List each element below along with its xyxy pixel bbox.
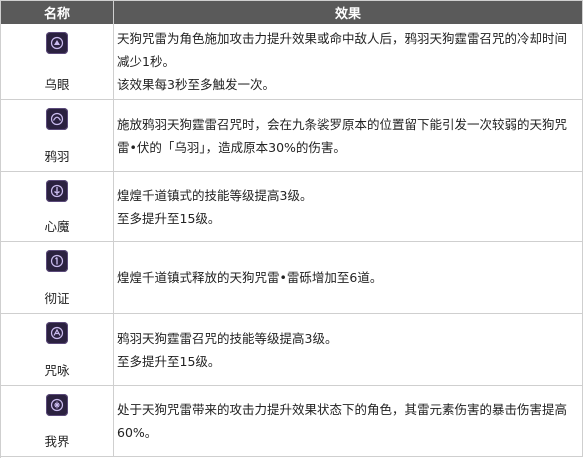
- effect-line: 煌煌千道镇式的技能等级提高3级。: [117, 187, 313, 203]
- effect-cell: 鸦羽天狗霆雷召咒的技能等级提高3级。 至多提升至15级。: [114, 314, 583, 385]
- table-header: 名称 效果: [1, 1, 583, 24]
- name-cell: 彻证: [1, 242, 114, 313]
- name-cell: 我界: [1, 386, 114, 456]
- constellation-name: 咒咏: [44, 363, 70, 378]
- effect-line: 该效果每3秒至多触发一次。: [117, 77, 275, 92]
- header-effect: 效果: [114, 1, 583, 24]
- effect-line: 施放鸦羽天狗霆雷召咒时，会在九条裟罗原本的位置留下能引发一次较弱的天狗咒雷•伏的…: [117, 116, 568, 155]
- table-row: 鸦羽 施放鸦羽天狗霆雷召咒时，会在九条裟罗原本的位置留下能引发一次较弱的天狗咒雷…: [1, 100, 583, 172]
- table-row: 咒咏 鸦羽天狗霆雷召咒的技能等级提高3级。 至多提升至15级。: [1, 314, 583, 386]
- effect-cell: 施放鸦羽天狗霆雷召咒时，会在九条裟罗原本的位置留下能引发一次较弱的天狗咒雷•伏的…: [114, 100, 583, 171]
- table-row: 乌眼 天狗咒雷为角色施加攻击力提升效果或命中敌人后，鸦羽天狗霆雷召咒的冷却时间减…: [1, 24, 583, 100]
- constellation-icon: [46, 108, 68, 130]
- effect-line: 至多提升至15级。: [117, 210, 221, 226]
- table-row: 我界 处于天狗咒雷带来的攻击力提升效果状态下的角色，其雷元素伤害的暴击伤害提高6…: [1, 386, 583, 457]
- name-cell: 乌眼: [1, 24, 114, 99]
- name-cell: 咒咏: [1, 314, 114, 385]
- name-cell: 心魔: [1, 172, 114, 241]
- constellation-icon: [46, 32, 68, 54]
- effect-line: 煌煌千道镇式释放的天狗咒雷•雷砾增加至6道。: [117, 270, 383, 285]
- table-row: 心魔 煌煌千道镇式的技能等级提高3级。 至多提升至15级。: [1, 172, 583, 242]
- name-cell: 鸦羽: [1, 100, 114, 171]
- constellation-name: 乌眼: [44, 77, 70, 92]
- effect-line: 至多提升至15级。: [117, 353, 221, 369]
- effect-line: 处于天狗咒雷带来的攻击力提升效果状态下的角色，其雷元素伤害的暴击伤害提高60%。: [117, 402, 568, 440]
- constellation-name: 心魔: [44, 219, 70, 234]
- constellation-table: 名称 效果 乌眼 天狗咒雷为角色施加攻击力提升效果或命中敌人后，鸦羽天狗霆雷召咒…: [0, 0, 583, 458]
- constellation-name: 鸦羽: [44, 149, 70, 164]
- constellation-icon: [46, 180, 68, 202]
- effect-cell: 处于天狗咒雷带来的攻击力提升效果状态下的角色，其雷元素伤害的暴击伤害提高60%。: [114, 386, 583, 456]
- constellation-name: 彻证: [44, 291, 70, 306]
- effect-cell: 煌煌千道镇式释放的天狗咒雷•雷砾增加至6道。: [114, 242, 583, 313]
- constellation-icon: [46, 250, 68, 272]
- effect-cell: 煌煌千道镇式的技能等级提高3级。 至多提升至15级。: [114, 172, 583, 241]
- effect-line: 天狗咒雷为角色施加攻击力提升效果或命中敌人后，鸦羽天狗霆雷召咒的冷却时间减少1秒…: [117, 31, 568, 69]
- table-row: 彻证 煌煌千道镇式释放的天狗咒雷•雷砾增加至6道。: [1, 242, 583, 314]
- header-name: 名称: [1, 1, 114, 24]
- effect-cell: 天狗咒雷为角色施加攻击力提升效果或命中敌人后，鸦羽天狗霆雷召咒的冷却时间减少1秒…: [114, 24, 583, 99]
- constellation-name: 我界: [44, 434, 70, 449]
- effect-line: 鸦羽天狗霆雷召咒的技能等级提高3级。: [117, 330, 338, 346]
- constellation-icon: [46, 322, 68, 344]
- constellation-icon: [46, 394, 68, 416]
